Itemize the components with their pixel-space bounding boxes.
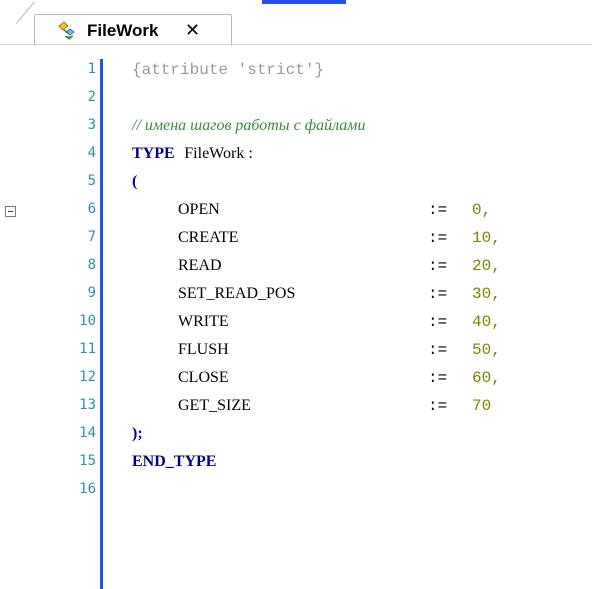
line-number: 3 xyxy=(87,117,96,133)
enum-member-name: FLUSH xyxy=(178,341,229,358)
assign-operator: := xyxy=(428,229,448,247)
line-number: 8 xyxy=(87,257,96,273)
data-type-icon xyxy=(58,21,75,40)
code-line-15: 15 END_TYPE xyxy=(0,451,592,479)
code-line-6: 6 OPEN := 0, xyxy=(0,199,592,227)
assign-operator: := xyxy=(428,369,448,387)
enum-member-name: OPEN xyxy=(178,201,220,218)
code-line-9: 9 SET_READ_POS := 30, xyxy=(0,283,592,311)
enum-member-value: 10, xyxy=(472,229,501,247)
enum-member-value: 0, xyxy=(472,201,492,219)
code-line-2: 2 xyxy=(0,87,592,115)
assign-operator: := xyxy=(428,313,448,331)
enum-member-value: 70 xyxy=(472,397,492,415)
enum-member-value: 40, xyxy=(472,313,501,331)
keyword-type: TYPE xyxy=(132,145,175,162)
enum-member-name: CREATE xyxy=(178,229,239,246)
enum-member-name: READ xyxy=(178,257,222,274)
tab-filework[interactable]: FileWork ✕ xyxy=(34,14,232,46)
line-number: 10 xyxy=(79,313,96,329)
code-line-13: 13 GET_SIZE := 70 xyxy=(0,395,592,423)
line-number: 6 xyxy=(87,201,96,217)
comment: // имена шагов работы с файлами xyxy=(132,117,366,134)
line-number: 2 xyxy=(87,89,96,105)
line-number: 15 xyxy=(79,453,96,469)
enum-member-value: 30, xyxy=(472,285,501,303)
attribute-pragma: {attribute 'strict'} xyxy=(132,61,325,79)
code-line-5: 5 ( xyxy=(0,171,592,199)
close-paren: ); xyxy=(132,425,143,442)
assign-operator: := xyxy=(428,341,448,359)
enum-member-name: SET_READ_POS xyxy=(178,285,296,302)
line-number: 7 xyxy=(87,229,96,245)
tab-title: FileWork xyxy=(87,21,159,40)
code-line-14: 14 ); xyxy=(0,423,592,451)
top-link-underline[interactable] xyxy=(262,0,346,4)
code-line-12: 12 CLOSE := 60, xyxy=(0,367,592,395)
code-line-3: 3 // имена шагов работы с файлами xyxy=(0,115,592,143)
code-line-4: 4 TYPE FileWork : xyxy=(0,143,592,171)
close-icon[interactable]: ✕ xyxy=(185,20,200,41)
code-line-7: 7 CREATE := 10, xyxy=(0,227,592,255)
assign-operator: := xyxy=(428,257,448,275)
line-number: 12 xyxy=(79,369,96,385)
assign-operator: := xyxy=(428,285,448,303)
enum-member-value: 50, xyxy=(472,341,501,359)
enum-member-value: 60, xyxy=(472,369,501,387)
code-line-1: 1 {attribute 'strict'} xyxy=(0,59,592,87)
assign-operator: := xyxy=(428,397,448,415)
assign-operator: := xyxy=(428,201,448,219)
line-number: 13 xyxy=(79,397,96,413)
line-number: 5 xyxy=(87,173,96,189)
code-line-10: 10 WRITE := 40, xyxy=(0,311,592,339)
line-number: 9 xyxy=(87,285,96,301)
open-paren: ( xyxy=(132,173,138,190)
code-line-11: 11 FLUSH := 50, xyxy=(0,339,592,367)
enum-member-value: 20, xyxy=(472,257,501,275)
type-declaration: TYPE FileWork : xyxy=(132,145,253,163)
line-number: 1 xyxy=(87,61,96,77)
tab-strip: FileWork ✕ xyxy=(0,14,592,46)
type-name: FileWork : xyxy=(184,145,253,162)
enum-member-name: GET_SIZE xyxy=(178,397,251,414)
code-line-16: 16 xyxy=(0,479,592,507)
line-number: 11 xyxy=(79,341,96,357)
line-number: 16 xyxy=(79,481,96,497)
code-editor[interactable]: 1 {attribute 'strict'} 2 3 // имена шаго… xyxy=(0,45,592,589)
code-line-8: 8 READ := 20, xyxy=(0,255,592,283)
enum-member-name: WRITE xyxy=(178,313,229,330)
line-number: 4 xyxy=(87,145,96,161)
enum-member-name: CLOSE xyxy=(178,369,229,386)
keyword-end-type: END_TYPE xyxy=(132,453,217,470)
line-number: 14 xyxy=(79,425,96,441)
